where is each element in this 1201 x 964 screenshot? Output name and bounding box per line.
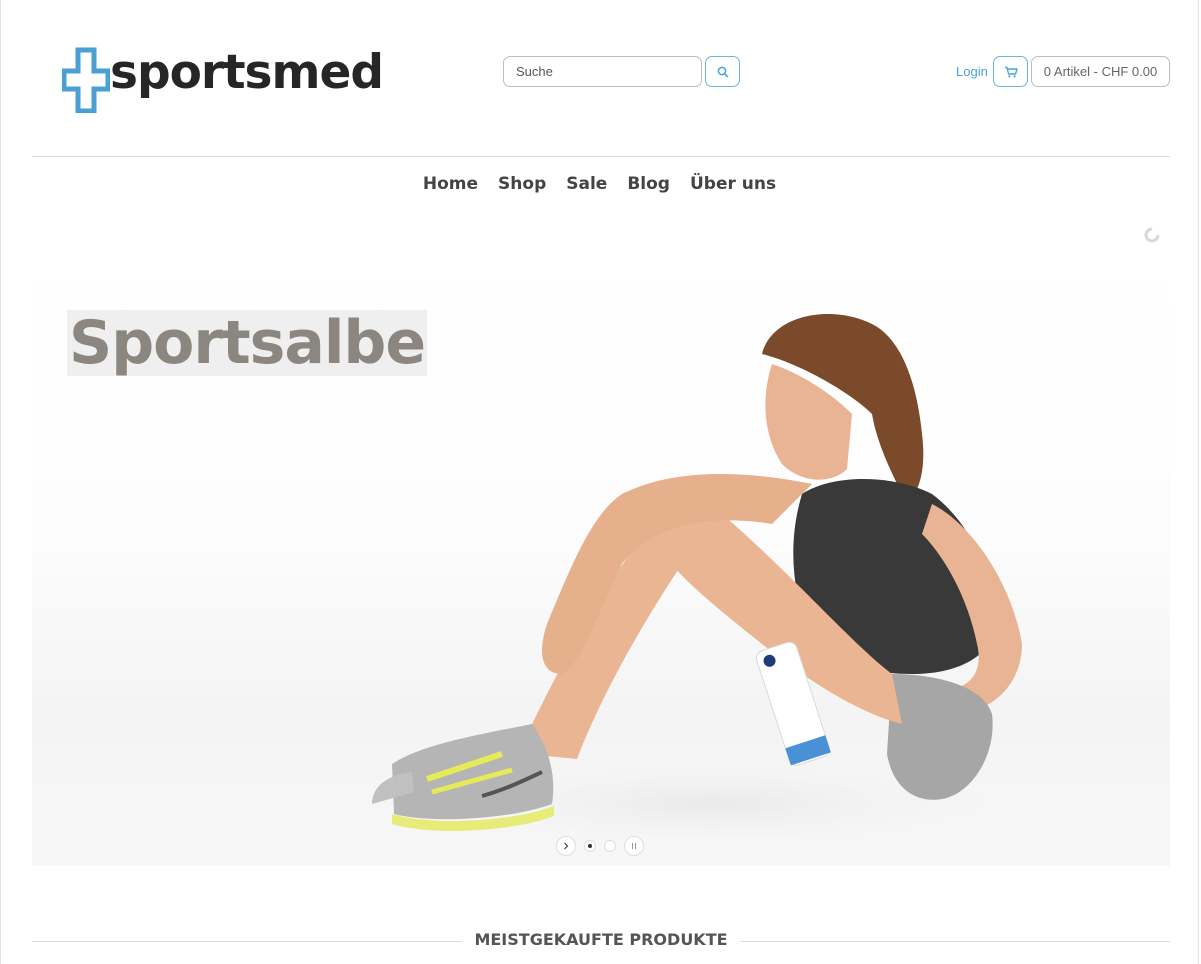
login-link[interactable]: Login	[956, 64, 988, 79]
chevron-right-icon	[564, 842, 569, 850]
hero-image-athlete-applying-cream	[372, 314, 1042, 854]
slider-next-button[interactable]	[556, 836, 576, 856]
slider-pause-button[interactable]	[624, 836, 644, 856]
site-logo[interactable]: sportsmed	[62, 45, 384, 117]
search-input[interactable]	[503, 56, 702, 87]
hero-slider[interactable]: Sportsalbe	[32, 244, 1170, 866]
cart-icon	[1004, 66, 1018, 77]
loading-spinner-icon	[1144, 227, 1160, 243]
search-button[interactable]	[705, 56, 740, 87]
nav-item-blog[interactable]: Blog	[627, 174, 670, 194]
main-nav: Home Shop Sale Blog Über uns	[0, 174, 1199, 194]
section-title-bestsellers: MEISTGEKAUFTE PRODUKTE	[462, 930, 740, 949]
cart-summary[interactable]: 0 Artikel - CHF 0.00	[1031, 56, 1170, 87]
nav-item-home[interactable]: Home	[423, 174, 478, 194]
hero-title: Sportsalbe	[67, 308, 428, 378]
medical-cross-icon	[62, 47, 110, 113]
header-divider	[32, 156, 1170, 157]
slider-controls	[556, 836, 644, 856]
nav-item-ueber-uns[interactable]: Über uns	[690, 174, 776, 194]
slider-dot-1[interactable]	[584, 840, 596, 852]
cart-button[interactable]	[993, 56, 1028, 87]
nav-item-sale[interactable]: Sale	[566, 174, 607, 194]
bestsellers-section-header: MEISTGEKAUFTE PRODUKTE	[32, 930, 1170, 952]
nav-item-shop[interactable]: Shop	[498, 174, 546, 194]
logo-wordmark: sportsmed	[110, 45, 384, 100]
pause-icon	[632, 843, 636, 849]
search-icon	[717, 66, 729, 78]
slider-dot-2[interactable]	[604, 840, 616, 852]
